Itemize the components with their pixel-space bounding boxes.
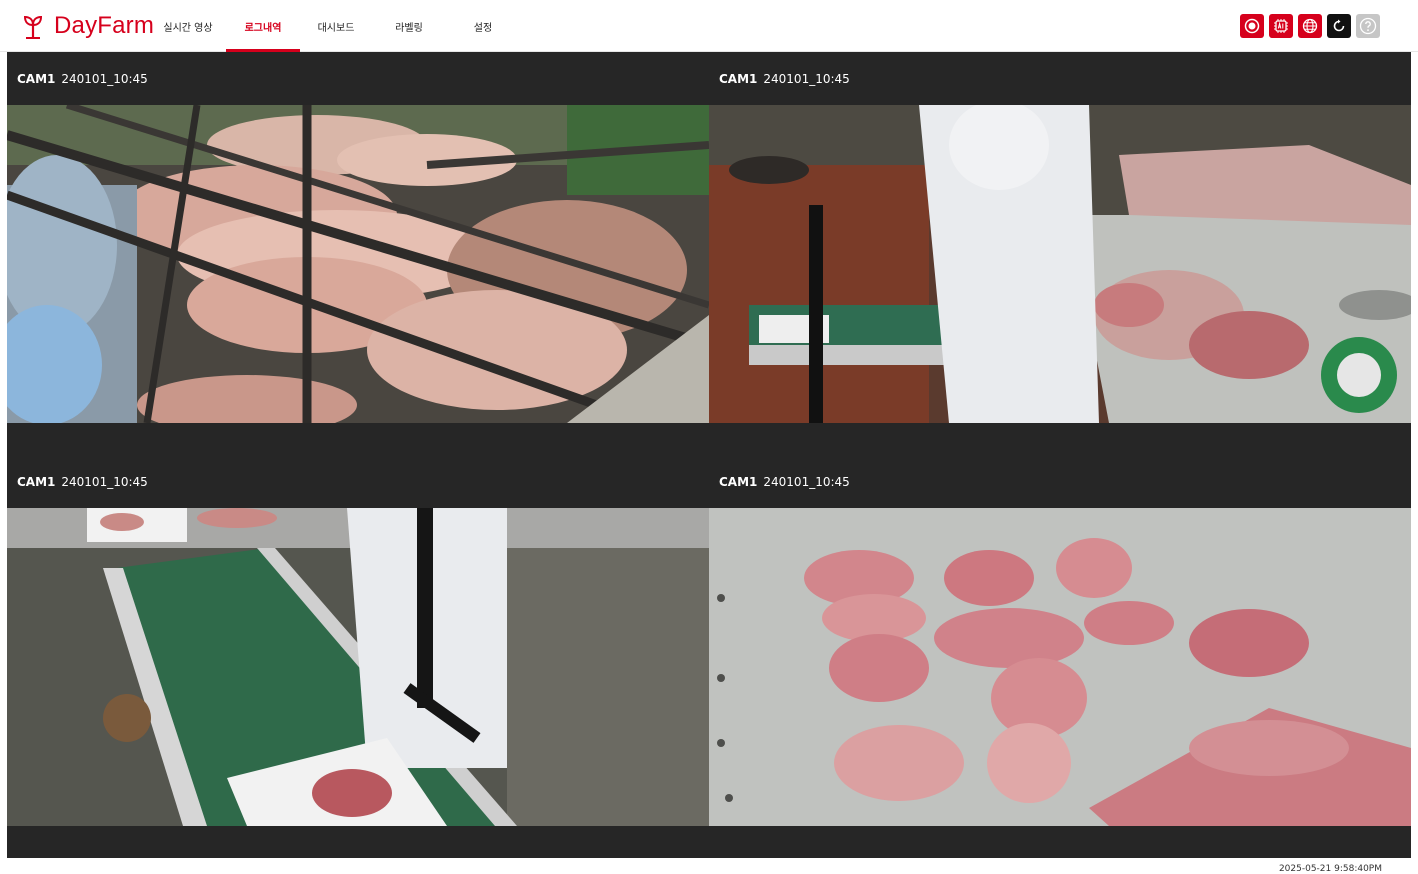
nav-item-log-history[interactable]: 로그내역 [226,0,300,52]
camera-feed-image[interactable] [7,105,709,423]
globe-icon [1302,18,1318,34]
camera-panel[interactable]: CAM1 240101_10:45 [7,455,709,858]
ai-icon [1274,19,1288,33]
language-button[interactable] [1298,14,1322,38]
camera-timestamp: 240101_10:45 [763,71,850,86]
record-button[interactable] [1240,14,1264,38]
camera-header: CAM1 240101_10:45 [709,52,1411,105]
camera-header: CAM1 240101_10:45 [709,455,1411,508]
sprout-logo-icon [23,15,43,39]
top-navigation-bar: DayFarm 실시간 영상 로그내역 대시보드 라벨링 설정 [0,0,1418,52]
camera-feed-image[interactable] [7,508,709,826]
camera-timestamp: 240101_10:45 [61,71,148,86]
camera-grid: CAM1 240101_10:45 CAM1 240101_10:45 CAM1… [7,52,1411,858]
camera-header: CAM1 240101_10:45 [7,455,709,508]
camera-timestamp: 240101_10:45 [61,474,148,489]
nav-item-dashboard[interactable]: 대시보드 [300,0,372,52]
nav-item-labeling[interactable]: 라벨링 [372,0,446,52]
dayfarm-logo[interactable]: DayFarm [22,10,154,42]
camera-id: CAM1 [719,71,758,86]
camera-panel[interactable]: CAM1 240101_10:45 [709,52,1411,455]
brand-name: DayFarm [54,12,155,39]
camera-id: CAM1 [719,474,758,489]
camera-feed-image[interactable] [709,105,1411,423]
refresh-icon [1333,19,1345,32]
help-button[interactable] [1356,14,1380,38]
camera-panel[interactable]: CAM1 240101_10:45 [7,52,709,455]
top-toolbar [1240,14,1385,38]
record-icon [1244,18,1260,34]
refresh-button[interactable] [1327,14,1351,38]
camera-id: CAM1 [17,71,56,86]
camera-timestamp: 240101_10:45 [763,474,850,489]
ai-button[interactable] [1269,14,1293,38]
camera-header: CAM1 240101_10:45 [7,52,709,105]
camera-feed-image[interactable] [709,508,1411,826]
main-nav: 실시간 영상 로그내역 대시보드 라벨링 설정 [150,0,520,52]
nav-item-live-video[interactable]: 실시간 영상 [150,0,226,52]
camera-id: CAM1 [17,474,56,489]
camera-panel[interactable]: CAM1 240101_10:45 [709,455,1411,858]
nav-item-settings[interactable]: 설정 [446,0,520,52]
help-icon [1359,17,1377,35]
system-timestamp: 2025-05-21 9:58:40PM [1278,864,1382,874]
